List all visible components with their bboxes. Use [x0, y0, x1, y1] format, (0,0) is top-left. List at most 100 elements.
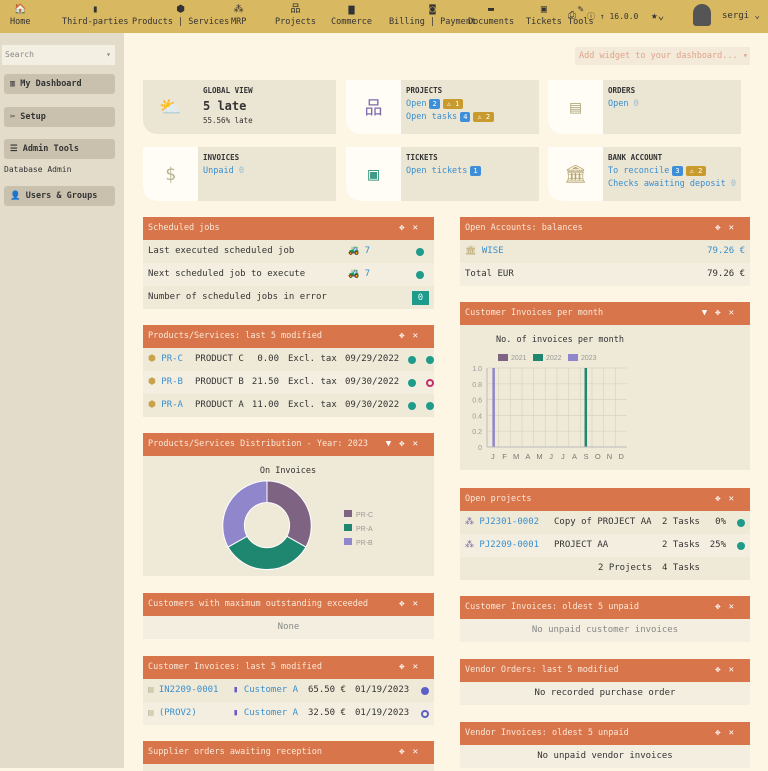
job-link[interactable]: 🚜 7 [348, 263, 370, 286]
card-global-view[interactable]: ⛅ GLOBAL VIEW 5 late 55.56% late [143, 80, 336, 134]
move-icon[interactable]: ✥ [399, 439, 412, 449]
invoice-ref-link[interactable]: (PROV2) [159, 708, 197, 718]
bank-link[interactable]: WISE [482, 246, 504, 256]
menu-home[interactable]: 🏠 Home [10, 3, 30, 27]
avatar[interactable] [693, 4, 711, 26]
close-icon[interactable]: ✕ [729, 223, 742, 233]
label: Open [608, 99, 629, 109]
tax-type: Excl. tax [288, 354, 337, 364]
menu-label: Tickets [526, 17, 562, 27]
error-count-badge[interactable]: 0 [412, 291, 429, 305]
legend-label: 2021 [511, 355, 527, 362]
pie-slice-PR-A [227, 535, 307, 570]
total-tasks: 4 Tasks [662, 563, 700, 573]
x-tick-label: M [536, 452, 542, 461]
product-ref-link[interactable]: PR-A [161, 400, 183, 410]
menu-mrp[interactable]: ⁂ MRP [231, 3, 246, 27]
project-ref-link[interactable]: PJ2209-0001 [479, 540, 539, 550]
close-icon[interactable]: ✕ [413, 747, 426, 757]
sidebar-item-setup[interactable]: ✂ Setup [4, 107, 115, 127]
menu-third-parties[interactable]: ▮ Third-parties [62, 3, 129, 27]
filter-icon[interactable]: ▼ [386, 439, 399, 449]
move-icon[interactable]: ✥ [399, 747, 412, 757]
project-icon: ⁂ [465, 517, 474, 527]
sidebar-item-admin-tools[interactable]: ☰ Admin Tools [4, 139, 115, 159]
table-row: ⁂ PJ2301-0002 Copy of PROJECT AA 2 Tasks 0% [460, 511, 750, 534]
close-icon[interactable]: ✕ [413, 223, 426, 233]
card-orders[interactable]: ▤ ORDERS Open 0 [548, 80, 741, 134]
close-icon[interactable]: ✕ [413, 439, 426, 449]
add-widget-select[interactable]: Add widget to your dashboard... ▾ [575, 47, 750, 65]
move-icon[interactable]: ✥ [715, 308, 728, 318]
legend-label: PR-B [356, 540, 373, 547]
search-input[interactable]: Search ▾ [2, 45, 115, 65]
top-menu-bar: 🏠 Home ▮ Third-parties ⬢ Products | Services ⁂… [0, 0, 768, 33]
close-icon[interactable]: ✕ [413, 662, 426, 672]
bank-checks-link[interactable]: Checks awaiting deposit 0 [608, 179, 736, 189]
user-menu[interactable]: sergi ⌄ [722, 11, 760, 21]
label: Next scheduled job to execute [148, 269, 306, 279]
widget-open-accounts: Open Accounts: balances ✥✕ 🏛 WISE 79.26 € … [460, 217, 750, 286]
projects-tasks-link[interactable]: Open tasks 4 ⚠ 2 [406, 112, 495, 122]
projects-open-link[interactable]: Open 2 ⚠ 1 [406, 99, 464, 109]
close-icon[interactable]: ✕ [729, 728, 742, 738]
table-row: ▤ IN2209-0001 ▮ Customer A 65.50 € 01/19/20… [143, 679, 434, 702]
job-link[interactable]: 🚜 7 [348, 240, 370, 263]
empty-message: No unpaid customer invoices [460, 619, 750, 642]
filter-icon[interactable]: ▼ [702, 308, 715, 318]
folder-icon: ▬ [488, 4, 495, 15]
menu-documents[interactable]: ▬ Documents [468, 3, 514, 27]
close-icon[interactable]: ✕ [413, 331, 426, 341]
menu-projects[interactable]: 品 Projects [275, 3, 316, 27]
invoice-ref-link[interactable]: IN2209-0001 [159, 685, 219, 695]
move-icon[interactable]: ✥ [715, 665, 728, 675]
widget-header: Scheduled jobs ✥✕ [143, 217, 434, 240]
print-icon[interactable]: ⎙ [568, 10, 576, 21]
sidebar-item-database-admin[interactable]: Database Admin [4, 165, 71, 174]
widget-invoices-per-month: Customer Invoices per month ▼✥✕ No. of in… [460, 302, 750, 470]
product-ref-link[interactable]: PR-C [161, 354, 183, 364]
table-row: ⬢ PR-C PRODUCT C 0.00 Excl. tax 09/29/2022 [143, 348, 434, 371]
close-icon[interactable]: ✕ [729, 602, 742, 612]
move-icon[interactable]: ✥ [715, 494, 728, 504]
customer-link[interactable]: ▮ Customer A [233, 679, 298, 702]
close-icon[interactable]: ✕ [413, 599, 426, 609]
label: Open [406, 99, 427, 109]
card-invoices[interactable]: $ INVOICES Unpaid 0 [143, 147, 336, 201]
close-icon[interactable]: ✕ [729, 494, 742, 504]
menu-products-services[interactable]: ⬢ Products | Services [132, 3, 229, 27]
sidebar-item-my-dashboard[interactable]: ▥ My Dashboard [4, 74, 115, 94]
move-icon[interactable]: ✥ [715, 728, 728, 738]
menu-billing-payment[interactable]: ◙ Billing | Payment [389, 3, 476, 27]
project-ref-link[interactable]: PJ2301-0002 [479, 517, 539, 527]
move-icon[interactable]: ✥ [399, 331, 412, 341]
close-icon[interactable]: ✕ [729, 665, 742, 675]
y-tick-label: 1.0 [472, 366, 482, 373]
card-tickets[interactable]: ▣ TICKETS Open tickets 1 [346, 147, 539, 201]
card-bank-account[interactable]: 🏛 BANK ACCOUNT To reconcile 3 ⚠ 2 Checks a… [548, 147, 741, 201]
price: 11.00 [251, 400, 279, 410]
menu-commerce[interactable]: ▆ Commerce [331, 3, 372, 27]
widget-header: Vendor Orders: last 5 modified ✥✕ [460, 659, 750, 682]
widget-header: Open projects ✥✕ [460, 488, 750, 511]
move-icon[interactable]: ✥ [399, 223, 412, 233]
menu-tickets[interactable]: ▣ Tickets [526, 3, 562, 27]
orders-open-link[interactable]: Open 0 [608, 99, 639, 109]
bookmark-star-icon[interactable]: ★⌄ [651, 9, 664, 22]
product-ref-link[interactable]: PR-B [161, 377, 183, 387]
close-icon[interactable]: ✕ [729, 308, 742, 318]
version-info[interactable]: ⓘ ↑ 16.0.0 [587, 11, 638, 22]
move-icon[interactable]: ✥ [399, 662, 412, 672]
move-icon[interactable]: ✥ [715, 223, 728, 233]
move-icon[interactable]: ✥ [715, 602, 728, 612]
sidebar-item-users-groups[interactable]: 👤 Users & Groups [4, 186, 115, 206]
late-count: 5 late [203, 99, 247, 113]
invoices-unpaid-link[interactable]: Unpaid 0 [203, 166, 244, 176]
tickets-open-link[interactable]: Open tickets 1 [406, 166, 481, 176]
move-icon[interactable]: ✥ [399, 599, 412, 609]
customer-link[interactable]: ▮ Customer A [233, 702, 298, 725]
amount: 65.50 € [308, 685, 346, 695]
widget-title: Customer Invoices per month [465, 308, 604, 318]
card-projects[interactable]: 品 PROJECTS Open 2 ⚠ 1 Open tasks 4 ⚠ 2 [346, 80, 539, 134]
bank-reconcile-link[interactable]: To reconcile 3 ⚠ 2 [608, 166, 707, 176]
